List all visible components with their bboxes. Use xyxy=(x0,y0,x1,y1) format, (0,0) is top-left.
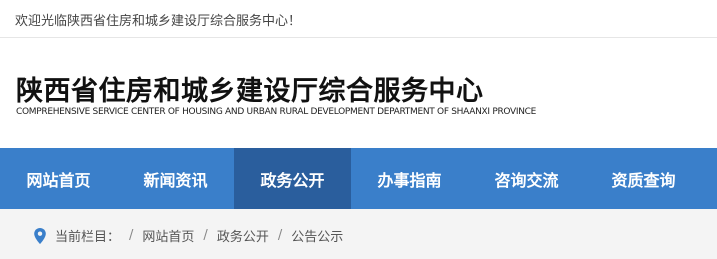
breadcrumb: 当前栏目： / 网站首页 / 政务公开 / 公告公示 xyxy=(0,209,717,259)
site-title[interactable]: 陕西省住房和城乡建设厅综合服务中心 xyxy=(16,69,484,108)
site-subtitle-en: COMPREHENSIVE SERVICE CENTER OF HOUSING … xyxy=(16,107,537,117)
top-bar: 欢迎光临陕西省住房和城乡建设厅综合服务中心！ xyxy=(0,0,717,38)
breadcrumb-link-government-affairs[interactable]: 政务公开 xyxy=(217,226,269,245)
nav-item-qualification-query[interactable]: 资质查询 xyxy=(585,148,702,209)
breadcrumb-separator: / xyxy=(129,228,134,243)
breadcrumb-separator: / xyxy=(277,228,283,243)
breadcrumb-label: 当前栏目： xyxy=(55,230,121,245)
nav-item-consultation[interactable]: 咨询交流 xyxy=(468,148,585,209)
breadcrumb-separator: / xyxy=(203,228,208,243)
nav-item-home[interactable]: 网站首页 xyxy=(0,148,117,209)
location-pin-icon xyxy=(33,227,47,244)
nav-item-government-affairs[interactable]: 政务公开 xyxy=(234,148,351,209)
site-header: 陕西省住房和城乡建设厅综合服务中心 COMPREHENSIVE SERVICE … xyxy=(0,39,717,148)
breadcrumb-link-announcements[interactable]: 公告公示 xyxy=(291,226,343,245)
main-nav: 网站首页 新闻资讯 政务公开 办事指南 咨询交流 资质查询 xyxy=(0,148,717,209)
nav-item-service-guide[interactable]: 办事指南 xyxy=(351,148,468,209)
nav-item-news[interactable]: 新闻资讯 xyxy=(117,148,234,209)
welcome-text: 欢迎光临陕西省住房和城乡建设厅综合服务中心！ xyxy=(15,14,302,29)
breadcrumb-link-home[interactable]: 网站首页 xyxy=(142,226,194,245)
